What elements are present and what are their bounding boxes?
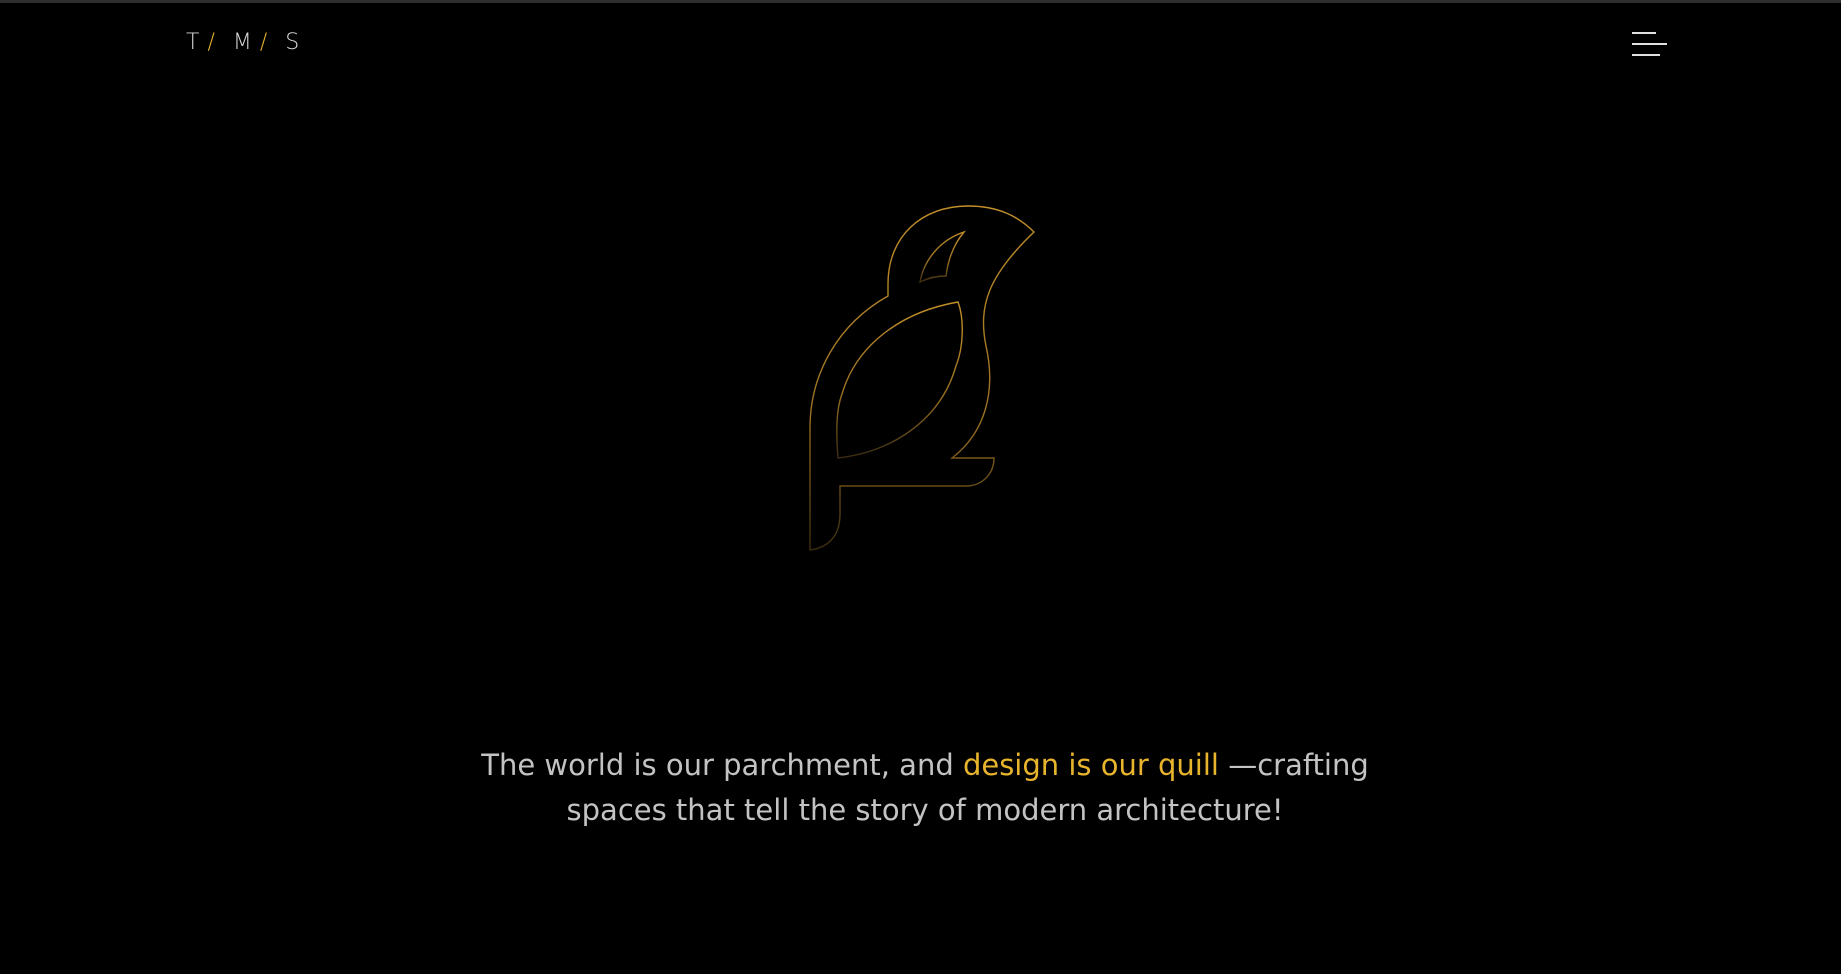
logo-letter-m: M	[232, 30, 254, 55]
tagline-highlight: design is our quill	[962, 748, 1219, 782]
menu-button[interactable]	[1630, 31, 1668, 59]
logo-letter-t: T	[186, 30, 202, 55]
hero-tagline: The world is our parchment, and design i…	[420, 743, 1430, 833]
tagline-text: —crafting	[1218, 748, 1369, 782]
logo-separator: /	[259, 30, 270, 55]
top-border	[0, 0, 1841, 3]
logo-separator: /	[207, 30, 217, 55]
tagline-line-2: spaces that tell the story of modern arc…	[566, 793, 1284, 827]
bird-outline-icon	[809, 205, 1036, 551]
tagline-text: The world is our parchment, and	[481, 748, 963, 782]
tagline-line-1: The world is our parchment, and design i…	[420, 743, 1430, 788]
site-logo[interactable]: T / M / S	[186, 30, 301, 55]
hamburger-menu-icon	[1632, 32, 1667, 56]
logo-letter-s: S	[285, 30, 302, 55]
